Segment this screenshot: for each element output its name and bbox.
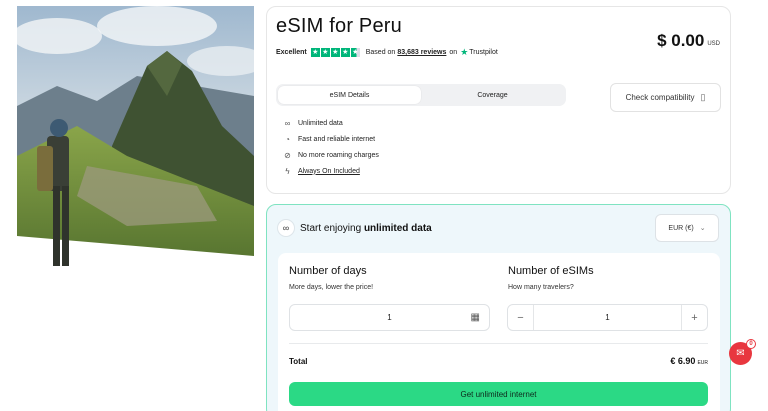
purchase-card: ∞ Start enjoying unlimited data EUR (€) … (266, 204, 731, 411)
days-title: Number of days (289, 265, 367, 277)
total-label: Total (289, 357, 308, 366)
list-item: ϟ Always On Included (282, 163, 379, 179)
tab-coverage[interactable]: Coverage (421, 86, 564, 104)
total-currency: EUR (697, 360, 708, 366)
rating-based-on: Based on (365, 49, 396, 56)
rating-label: Excellent (276, 49, 307, 56)
list-item: ∞ Unlimited data (282, 115, 379, 131)
purchase-heading-bold: unlimited data (363, 223, 432, 234)
product-card: eSIM for Peru $ 0.00 USD Excellent ★ ★ ★ … (266, 6, 731, 194)
check-compatibility-label: Check compatibility (625, 93, 695, 102)
decrement-button[interactable]: − (508, 305, 534, 330)
calendar-icon: ▦ (470, 312, 480, 323)
feature-list: ∞ Unlimited data ◔ Fast and reliable int… (282, 115, 379, 179)
feature-label: No more roaming charges (298, 151, 379, 159)
notification-badge: 0 (746, 339, 756, 349)
chat-icon: ✉ (736, 348, 745, 359)
phone-check-icon: ▯ (700, 92, 706, 102)
star-icon: ★ (330, 48, 340, 57)
feature-label: Fast and reliable internet (298, 135, 376, 143)
bolt-icon: ϟ (285, 166, 290, 176)
reviews-link[interactable]: 83,683 reviews (397, 49, 446, 56)
trustpilot-rating: Excellent ★ ★ ★ ★ ★ Based on 83,683 revi… (276, 47, 498, 58)
sims-value[interactable]: 1 (534, 313, 681, 322)
list-item: ⊘ No more roaming charges (282, 147, 379, 163)
list-item: ◔ Fast and reliable internet (282, 131, 379, 147)
detail-tabs: eSIM Details Coverage (276, 84, 566, 106)
price-value: $ 0.00 (657, 31, 705, 50)
no-roaming-icon: ⊘ (284, 150, 291, 160)
days-section: Number of days More days, lower the pric… (289, 265, 489, 291)
days-value: 1 (387, 313, 392, 322)
total-amount: € 6.90 (670, 356, 696, 366)
days-input[interactable]: 1 ▦ (289, 304, 490, 331)
currency-select[interactable]: EUR (€) ⌄ (655, 214, 719, 242)
star-icon: ★ (320, 48, 330, 57)
chat-button[interactable]: ✉ 0 (729, 339, 756, 365)
always-on-link[interactable]: Always On Included (298, 168, 360, 175)
check-compatibility-button[interactable]: Check compatibility ▯ (610, 83, 721, 112)
half-star-icon: ★ (350, 48, 360, 57)
star-icon: ★ (340, 48, 350, 57)
sims-title: Number of eSIMs (508, 265, 594, 277)
purchase-heading-prefix: Start enjoying (300, 223, 362, 234)
star-icon: ★ (310, 48, 320, 57)
sims-subtitle: How many travelers? (508, 284, 574, 291)
price: $ 0.00 USD (657, 31, 720, 51)
infinity-icon: ∞ (277, 219, 295, 237)
page-title: eSIM for Peru (276, 15, 402, 37)
trustpilot-star-icon: ★ (460, 47, 469, 57)
chevron-down-icon: ⌄ (699, 225, 706, 232)
get-unlimited-internet-button[interactable]: Get unlimited internet (289, 382, 708, 406)
purchase-form: Number of days More days, lower the pric… (278, 253, 720, 411)
total-value: € 6.90 EUR (670, 356, 708, 366)
sims-stepper: − 1 + (507, 304, 708, 331)
tab-esim-details[interactable]: eSIM Details (278, 86, 421, 104)
sims-section: Number of eSIMs How many travelers? (508, 265, 708, 291)
rating-stars: ★ ★ ★ ★ ★ (310, 48, 360, 57)
currency-value: EUR (€) (668, 224, 694, 232)
price-currency: USD (707, 41, 720, 47)
hero-photo (17, 6, 254, 288)
infinity-icon: ∞ (284, 118, 291, 128)
rating-on: on (449, 49, 458, 56)
days-subtitle: More days, lower the price! (289, 284, 374, 291)
divider (289, 343, 708, 344)
purchase-heading: Start enjoying unlimited data (300, 223, 432, 234)
trustpilot-logo: Trustpilot (469, 49, 498, 56)
speedometer-icon: ◔ (285, 134, 290, 144)
feature-label: Unlimited data (298, 119, 343, 127)
increment-button[interactable]: + (681, 305, 707, 330)
